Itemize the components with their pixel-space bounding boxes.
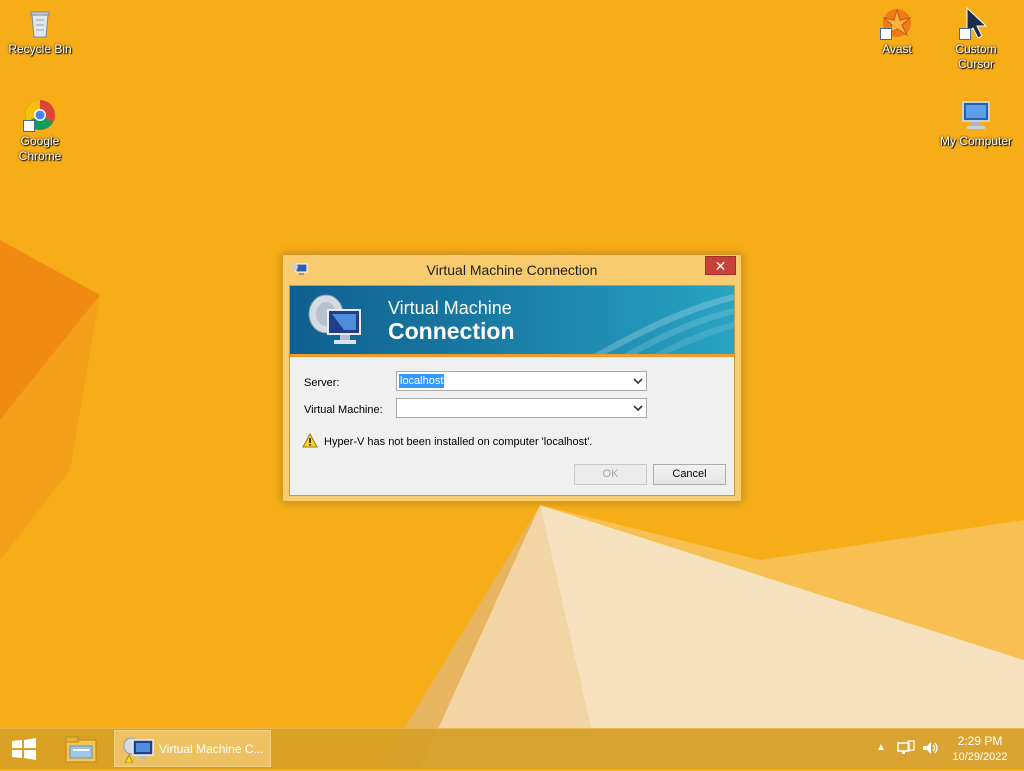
recycle-bin-icon bbox=[23, 6, 57, 40]
desktop-icon-recycle-bin[interactable]: Recycle Bin bbox=[0, 6, 80, 57]
desktop-icon-label: Recycle Bin bbox=[8, 42, 72, 56]
network-icon[interactable] bbox=[897, 740, 915, 756]
folder-icon bbox=[65, 736, 97, 763]
desktop-icon-label: Custom Cursor bbox=[955, 42, 997, 71]
chevron-down-icon[interactable] bbox=[633, 404, 643, 412]
dialog-banner: Virtual Machine Connection bbox=[290, 286, 734, 354]
show-hidden-icons-chevron-icon[interactable]: ▲ bbox=[876, 742, 886, 753]
avast-icon bbox=[880, 6, 914, 40]
warning-message: Hyper-V has not been installed on comput… bbox=[324, 436, 593, 448]
close-button[interactable]: ✕ bbox=[705, 256, 736, 275]
shortcut-arrow-icon bbox=[23, 120, 35, 132]
cursor-icon bbox=[959, 6, 993, 40]
dialog-client-area: Virtual Machine Connection Server: local… bbox=[289, 285, 735, 496]
start-button[interactable] bbox=[10, 738, 38, 760]
chrome-icon bbox=[23, 98, 57, 132]
file-explorer-taskbar-button[interactable] bbox=[62, 732, 100, 766]
vm-app-icon bbox=[123, 737, 154, 763]
ok-button[interactable]: OK bbox=[574, 464, 647, 485]
computer-icon bbox=[959, 98, 993, 132]
warning-icon bbox=[302, 433, 318, 448]
server-combobox[interactable]: localhost bbox=[396, 371, 647, 391]
volume-icon[interactable] bbox=[921, 740, 939, 756]
desktop-icon-label: My Computer bbox=[939, 134, 1013, 148]
shortcut-arrow-icon bbox=[959, 28, 971, 40]
vm-connection-banner-icon bbox=[304, 290, 368, 352]
server-label: Server: bbox=[304, 377, 340, 389]
desktop-icon-custom-cursor[interactable]: Custom Cursor bbox=[936, 6, 1016, 72]
desktop-icon-avast[interactable]: Avast bbox=[857, 6, 937, 57]
desktop-icon-label: Avast bbox=[882, 42, 912, 56]
desktop-icon-google-chrome[interactable]: Google Chrome bbox=[0, 98, 80, 164]
banner-swoosh-graphic bbox=[594, 294, 734, 354]
banner-title-line1: Virtual Machine bbox=[388, 298, 512, 318]
clock-date[interactable]: 10/29/2022 bbox=[944, 751, 1016, 763]
cancel-button[interactable]: Cancel bbox=[653, 464, 726, 485]
vm-connection-taskbar-button[interactable]: Virtual Machine C... bbox=[114, 730, 271, 767]
shortcut-arrow-icon bbox=[880, 28, 892, 40]
banner-title-line2: Connection bbox=[388, 318, 515, 344]
windows-logo-icon bbox=[12, 738, 36, 760]
server-value: localhost bbox=[399, 374, 445, 388]
dialog-title: Virtual Machine Connection bbox=[426, 262, 598, 278]
virtual-machine-label: Virtual Machine: bbox=[304, 404, 383, 416]
close-icon: ✕ bbox=[714, 258, 727, 274]
desktop-icon-my-computer[interactable]: My Computer bbox=[936, 98, 1016, 149]
chevron-down-icon[interactable] bbox=[633, 377, 643, 385]
chrome-label: Google Chrome bbox=[18, 134, 62, 163]
vm-connection-dialog: Virtual Machine Connection ✕ Virtual Mac… bbox=[282, 254, 742, 502]
taskbar-item-label: Virtual Machine C... bbox=[159, 742, 264, 756]
desktop-icon-label: Google Chrome bbox=[0, 134, 80, 164]
taskbar: Virtual Machine C... ▲ 2:29 PM 10/29/202… bbox=[0, 728, 1024, 769]
banner-accent-stripe bbox=[290, 354, 734, 357]
clock-time[interactable]: 2:29 PM bbox=[944, 734, 1016, 748]
virtual-machine-combobox[interactable] bbox=[396, 398, 647, 418]
dialog-titlebar[interactable]: Virtual Machine Connection ✕ bbox=[283, 255, 741, 285]
